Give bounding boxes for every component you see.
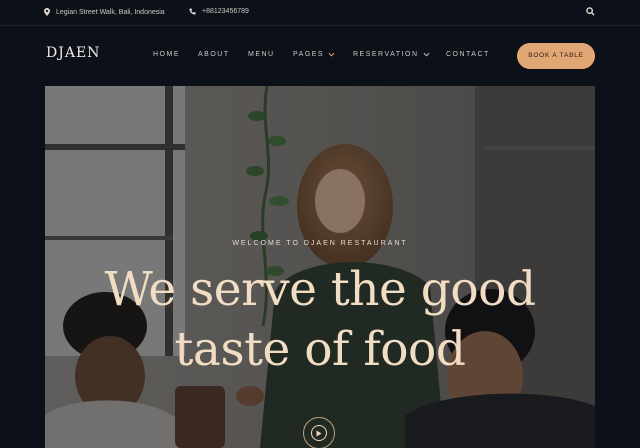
phone-text: +88123456789 [202,8,249,15]
site-logo[interactable]: DJAEN [46,45,100,61]
phone-icon [189,8,196,15]
main-navbar: DJAEN HOME ABOUT MENU PAGES RESERVATION … [0,26,640,86]
map-pin-icon [44,8,50,16]
hero-section: WELCOME TO DJAEN RESTAURANT We serve the… [45,86,595,448]
nav-contact[interactable]: CONTACT [446,51,490,58]
nav-reservation[interactable]: RESERVATION [353,51,430,58]
nav-about-label: ABOUT [198,51,230,58]
nav-about[interactable]: ABOUT [198,51,230,58]
nav-menu[interactable]: MENU [248,51,275,58]
nav-pages[interactable]: PAGES [293,51,335,58]
nav-pages-label: PAGES [293,51,325,58]
nav-contact-label: CONTACT [446,51,490,58]
nav-home-label: HOME [153,51,180,58]
nav-reservation-label: RESERVATION [353,51,419,58]
hero-title-line1: We serve the good [104,262,536,317]
chevron-down-icon [328,52,335,57]
chevron-down-icon [423,52,430,57]
book-a-table-button[interactable]: BOOK A TABLE [517,43,595,69]
hero-title: We serve the good taste of food [45,260,595,380]
search-icon [586,7,595,16]
nav-home[interactable]: HOME [153,51,180,58]
play-icon [316,430,322,436]
nav-menu-label: MENU [248,51,275,58]
search-button[interactable] [586,7,596,17]
address-info: Legian Street Walk, Bali, Indonesia [44,8,165,16]
phone-info[interactable]: +88123456789 [189,8,249,15]
play-video-button[interactable] [303,417,335,448]
top-info-bar: Legian Street Walk, Bali, Indonesia +881… [0,0,640,26]
hero-eyebrow: WELCOME TO DJAEN RESTAURANT [232,240,408,247]
hero-title-line2: taste of food [174,322,466,377]
play-button-inner [311,425,327,441]
address-text: Legian Street Walk, Bali, Indonesia [56,8,165,16]
